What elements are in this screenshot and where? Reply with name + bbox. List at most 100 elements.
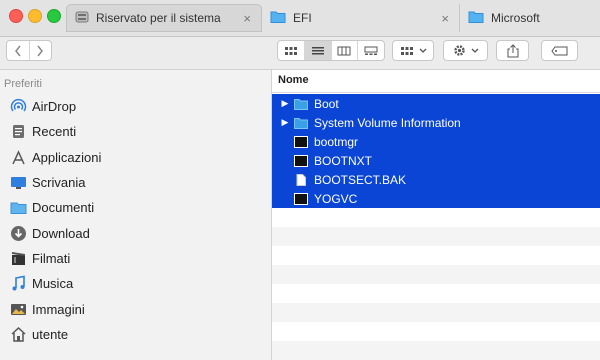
file-row-bootmgr[interactable]: bootmgr xyxy=(272,132,600,151)
forward-button[interactable] xyxy=(30,41,52,60)
empty-row xyxy=(272,284,600,303)
documents-icon xyxy=(10,199,27,216)
tab-close-icon[interactable]: × xyxy=(441,11,449,26)
folder-icon xyxy=(270,10,286,26)
tab-label: Microsoft xyxy=(491,11,540,25)
sidebar-item-immagini[interactable]: Immagini xyxy=(10,298,85,320)
disclosure-triangle-icon[interactable]: ▶ xyxy=(276,117,294,128)
group-by-button[interactable] xyxy=(392,40,434,61)
sidebar-item-documenti[interactable]: Documenti xyxy=(10,196,94,218)
file-name: BOOTNXT xyxy=(314,153,373,168)
tab-riservato[interactable]: Riservato per il sistema × xyxy=(66,4,262,32)
gallery-view-button[interactable] xyxy=(358,41,384,60)
file-row-yogvc[interactable]: YOGVC xyxy=(272,189,600,208)
title-bar: Riservato per il sistema × EFI × Microso… xyxy=(0,0,600,37)
sidebar-item-label: Filmati xyxy=(32,250,71,266)
share-button[interactable] xyxy=(496,40,529,61)
grid-icon xyxy=(400,46,413,55)
sidebar-item-label: Recenti xyxy=(32,123,77,139)
chevron-down-icon xyxy=(419,48,426,53)
folder-icon xyxy=(294,117,308,129)
share-icon xyxy=(507,43,518,57)
drive-icon xyxy=(75,10,89,27)
empty-row xyxy=(272,341,600,360)
list-view-button[interactable] xyxy=(304,41,332,60)
grid-icon xyxy=(284,46,297,55)
sidebar-item-airdrop[interactable]: AirDrop xyxy=(10,95,76,117)
empty-row xyxy=(272,265,600,284)
applications-icon xyxy=(10,149,27,166)
empty-row xyxy=(272,227,600,246)
document-icon xyxy=(296,173,306,186)
sidebar-item-recenti[interactable]: Recenti xyxy=(10,120,76,142)
navigation-buttons xyxy=(6,40,52,61)
executable-icon xyxy=(294,154,308,167)
gallery-icon xyxy=(364,46,378,55)
column-header-label: Nome xyxy=(278,74,309,86)
file-row-system-volume-information[interactable]: ▶ System Volume Information xyxy=(272,113,600,132)
tab-microsoft[interactable]: Microsoft xyxy=(462,4,600,32)
file-list: Nome ▶ Boot ▶ System Volume Information … xyxy=(272,70,600,360)
sidebar-item-filmati[interactable]: Filmati xyxy=(10,247,70,269)
desktop-icon xyxy=(10,174,27,191)
chevron-down-icon xyxy=(471,48,478,53)
sidebar-item-label: Download xyxy=(32,225,90,241)
tags-button[interactable] xyxy=(541,40,578,61)
sidebar: Preferiti AirDrop Recenti Applicazioni S… xyxy=(0,70,272,360)
minimize-window-button[interactable] xyxy=(28,9,42,23)
icon-view-button[interactable] xyxy=(278,41,305,60)
empty-row xyxy=(272,208,600,227)
sidebar-item-label: Applicazioni xyxy=(32,149,102,165)
chevron-left-icon xyxy=(14,45,21,56)
empty-row xyxy=(272,246,600,265)
sidebar-item-musica[interactable]: Musica xyxy=(10,272,73,294)
file-name: BOOTSECT.BAK xyxy=(314,172,407,187)
toolbar xyxy=(0,37,600,70)
close-window-button[interactable] xyxy=(9,9,23,23)
download-icon xyxy=(10,225,27,242)
tab-close-icon[interactable]: × xyxy=(243,11,251,26)
file-row-bootsect-bak[interactable]: BOOTSECT.BAK xyxy=(272,170,600,189)
executable-icon xyxy=(294,135,308,148)
sidebar-item-applicazioni[interactable]: Applicazioni xyxy=(10,146,101,168)
file-name: Boot xyxy=(314,96,339,111)
disclosure-triangle-icon[interactable]: ▶ xyxy=(276,98,294,109)
sidebar-item-label: Scrivania xyxy=(32,174,86,190)
zoom-window-button[interactable] xyxy=(47,9,61,23)
movies-icon xyxy=(10,250,27,267)
sidebar-item-label: utente xyxy=(32,326,69,342)
tab-label: Riservato per il sistema xyxy=(96,11,221,25)
file-name: System Volume Information xyxy=(314,115,461,130)
file-name: YOGVC xyxy=(314,191,358,206)
tab-label: EFI xyxy=(293,11,312,25)
airdrop-icon xyxy=(10,98,27,115)
folder-icon xyxy=(468,10,484,26)
sidebar-item-utente[interactable]: utente xyxy=(10,323,68,345)
list-icon xyxy=(311,46,324,54)
action-menu-button[interactable] xyxy=(443,40,488,61)
chevron-right-icon xyxy=(37,45,44,56)
view-mode-switcher xyxy=(277,40,385,61)
sidebar-item-download[interactable]: Download xyxy=(10,222,90,244)
back-button[interactable] xyxy=(7,41,30,60)
tab-efi[interactable]: EFI × xyxy=(264,4,460,32)
home-icon xyxy=(10,326,27,343)
file-row-bootnxt[interactable]: BOOTNXT xyxy=(272,151,600,170)
empty-row xyxy=(272,303,600,322)
sidebar-item-label: Musica xyxy=(32,275,74,291)
sidebar-item-label: Documenti xyxy=(32,199,95,215)
recents-icon xyxy=(10,123,27,140)
sidebar-item-label: AirDrop xyxy=(32,98,77,114)
columns-icon xyxy=(337,46,351,55)
column-header-name[interactable]: Nome xyxy=(272,70,600,93)
sidebar-section-title: Preferiti xyxy=(4,78,42,90)
file-row-boot[interactable]: ▶ Boot xyxy=(272,94,600,113)
sidebar-item-scrivania[interactable]: Scrivania xyxy=(10,171,85,193)
empty-row xyxy=(272,322,600,341)
music-icon xyxy=(10,275,27,292)
pictures-icon xyxy=(10,301,27,318)
gear-icon xyxy=(453,45,465,56)
column-view-button[interactable] xyxy=(332,41,359,60)
executable-icon xyxy=(294,192,308,205)
tag-icon xyxy=(550,46,567,55)
